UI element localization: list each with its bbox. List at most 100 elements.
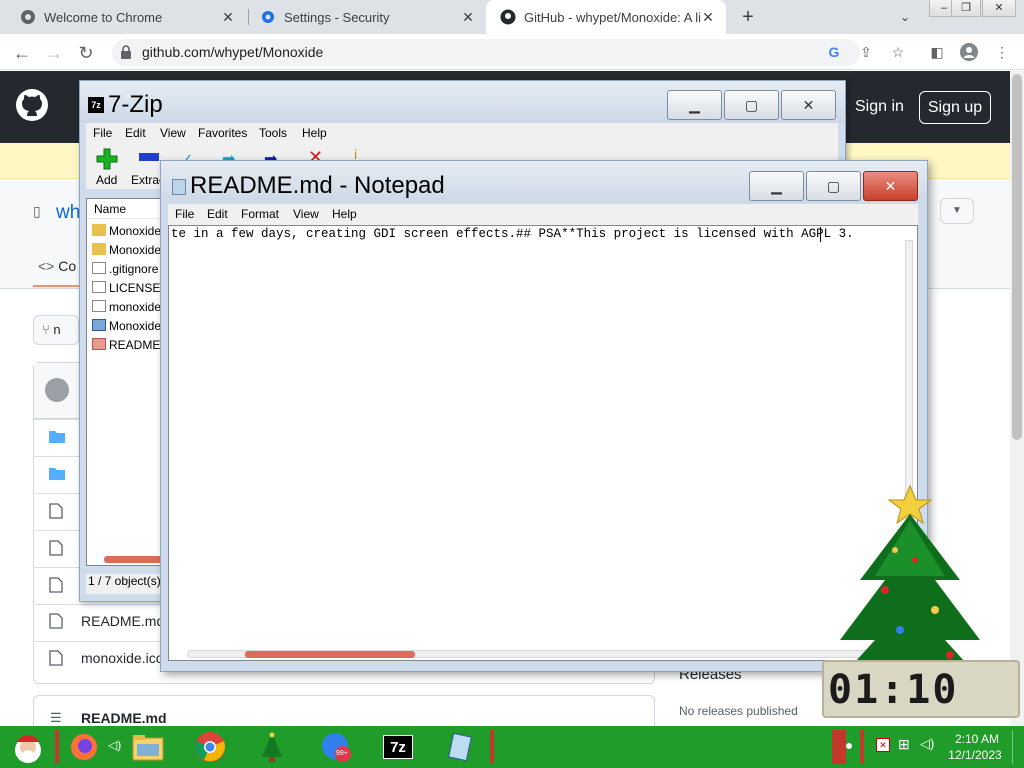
- sevenzip-logo: 7z: [383, 735, 413, 759]
- file-icon: [92, 262, 106, 274]
- window-title: README.md - Notepad: [190, 172, 445, 199]
- taskbar-clock-date[interactable]: 12/1/2023: [946, 748, 1004, 762]
- network-icon[interactable]: ⊞: [898, 736, 910, 753]
- maximize-button[interactable]: ▢: [806, 171, 861, 201]
- speaker-icon[interactable]: ◁): [108, 738, 121, 752]
- maximize-button[interactable]: ❐: [951, 0, 981, 17]
- code-tab[interactable]: <> Co: [38, 258, 76, 274]
- lock-icon[interactable]: [120, 45, 132, 59]
- url-text[interactable]: github.com/whypet/Monoxide: [142, 44, 323, 60]
- text-cursor: [820, 227, 821, 242]
- page-scrollbar-thumb[interactable]: [1012, 74, 1022, 440]
- window-title: 7-Zip: [108, 91, 163, 118]
- tab-settings[interactable]: Settings - Security ✕: [246, 0, 486, 34]
- list-item[interactable]: Monoxide: [92, 243, 161, 257]
- column-name-header[interactable]: Name: [94, 202, 126, 216]
- list-item[interactable]: LICENSE: [92, 281, 160, 295]
- list-icon[interactable]: ☰: [50, 710, 62, 726]
- menu-edit[interactable]: Edit: [207, 207, 228, 221]
- list-item[interactable]: .gitignore: [92, 262, 158, 276]
- close-tab-icon[interactable]: ✕: [700, 9, 716, 25]
- list-item-label: Monoxide: [109, 243, 162, 257]
- menu-edit[interactable]: Edit: [125, 126, 146, 140]
- profile-avatar-icon[interactable]: [960, 43, 978, 61]
- forward-icon[interactable]: →: [43, 42, 65, 64]
- list-item-label: Monoxide: [109, 224, 162, 238]
- editor-text-line[interactable]: te in a few days, creating GDI screen ef…: [171, 227, 854, 241]
- file-explorer-icon[interactable]: [128, 728, 168, 766]
- horizontal-scrollbar-thumb[interactable]: [245, 651, 415, 658]
- file-icon: [49, 613, 65, 629]
- readme-title[interactable]: README.md: [81, 710, 167, 726]
- menu-format[interactable]: Format: [241, 207, 279, 221]
- chevron-down-icon[interactable]: ▼: [940, 198, 974, 224]
- folder-icon: [49, 466, 65, 482]
- extract-icon[interactable]: [139, 153, 159, 161]
- menu-file[interactable]: File: [175, 207, 194, 221]
- show-desktop-button[interactable]: [1012, 730, 1022, 764]
- sign-up-button[interactable]: Sign up: [919, 91, 991, 124]
- repo-icon: ▯: [33, 203, 41, 219]
- menu-help[interactable]: Help: [302, 126, 327, 140]
- tab-welcome[interactable]: Welcome to Chrome ✕: [6, 0, 246, 34]
- file-icon: [49, 503, 65, 519]
- add-icon[interactable]: [95, 147, 121, 171]
- new-tab-button[interactable]: +: [737, 6, 759, 28]
- chrome-icon[interactable]: [190, 728, 230, 766]
- branch-icon: ⑂: [42, 322, 54, 337]
- firefox-icon[interactable]: [64, 728, 104, 766]
- minimize-button[interactable]: ▁: [749, 171, 804, 201]
- menu-favorites[interactable]: Favorites: [198, 126, 247, 140]
- close-button[interactable]: ✕: [781, 90, 836, 120]
- menu-kebab-icon[interactable]: ⋮: [993, 43, 1011, 61]
- tree-app-icon[interactable]: [252, 728, 292, 766]
- menu-tools[interactable]: Tools: [259, 126, 287, 140]
- menu-help[interactable]: Help: [332, 207, 357, 221]
- repo-owner-link[interactable]: wh: [56, 202, 80, 224]
- close-button[interactable]: ✕: [982, 0, 1016, 17]
- close-tab-icon[interactable]: ✕: [220, 9, 236, 25]
- list-item[interactable]: README.: [92, 338, 164, 352]
- taskbar-divider: [490, 730, 494, 764]
- sign-in-link[interactable]: Sign in: [855, 98, 904, 116]
- list-item[interactable]: Monoxide: [92, 224, 161, 238]
- security-alert-icon[interactable]: ✕: [876, 738, 890, 752]
- notepad-taskbar-icon[interactable]: [440, 728, 480, 766]
- tab-title: Welcome to Chrome: [44, 9, 163, 25]
- folder-icon: [92, 243, 106, 255]
- tab-search-icon[interactable]: ⌄: [896, 8, 914, 26]
- minimize-button[interactable]: ▁: [667, 90, 722, 120]
- volume-icon[interactable]: ◁): [920, 736, 934, 752]
- taskbar-clock-time[interactable]: 2:10 AM: [950, 732, 1004, 746]
- menu-view[interactable]: View: [293, 207, 319, 221]
- google-lens-icon[interactable]: G: [825, 43, 843, 61]
- tab-github[interactable]: GitHub - whypet/Monoxide: A lit ✕: [486, 0, 726, 34]
- menu-file[interactable]: File: [93, 126, 112, 140]
- branch-select-button[interactable]: ⑂ n: [33, 315, 79, 345]
- close-button[interactable]: ✕: [863, 171, 918, 201]
- side-panel-icon[interactable]: ◧: [928, 43, 946, 61]
- close-tab-icon[interactable]: ✕: [460, 9, 476, 25]
- file-name-link[interactable]: monoxide.ico: [81, 650, 164, 666]
- share-icon[interactable]: ⇪: [857, 43, 875, 61]
- reload-icon[interactable]: ↻: [75, 42, 97, 64]
- text-editor-area[interactable]: [168, 225, 918, 661]
- maximize-button[interactable]: ▢: [724, 90, 779, 120]
- start-santa-icon[interactable]: [4, 728, 52, 766]
- dot-icon: [846, 743, 852, 749]
- readme-file-icon: [92, 338, 106, 350]
- add-label[interactable]: Add: [96, 173, 117, 187]
- avatar[interactable]: [45, 378, 69, 402]
- menu-view[interactable]: View: [160, 126, 186, 140]
- list-item[interactable]: monoxide: [92, 300, 161, 314]
- file-icon: [49, 577, 65, 593]
- back-icon[interactable]: ←: [11, 42, 33, 64]
- list-item[interactable]: Monoxide: [92, 319, 161, 333]
- horizontal-scrollbar-thumb[interactable]: [104, 556, 164, 563]
- github-logo-icon[interactable]: [16, 89, 48, 121]
- messaging-app-icon[interactable]: [316, 728, 356, 766]
- list-item-label: monoxide: [109, 300, 162, 314]
- sevenzip-taskbar-icon[interactable]: 7z: [378, 728, 418, 766]
- file-name-link[interactable]: README.md: [81, 613, 164, 629]
- bookmark-star-icon[interactable]: ☆: [889, 43, 907, 61]
